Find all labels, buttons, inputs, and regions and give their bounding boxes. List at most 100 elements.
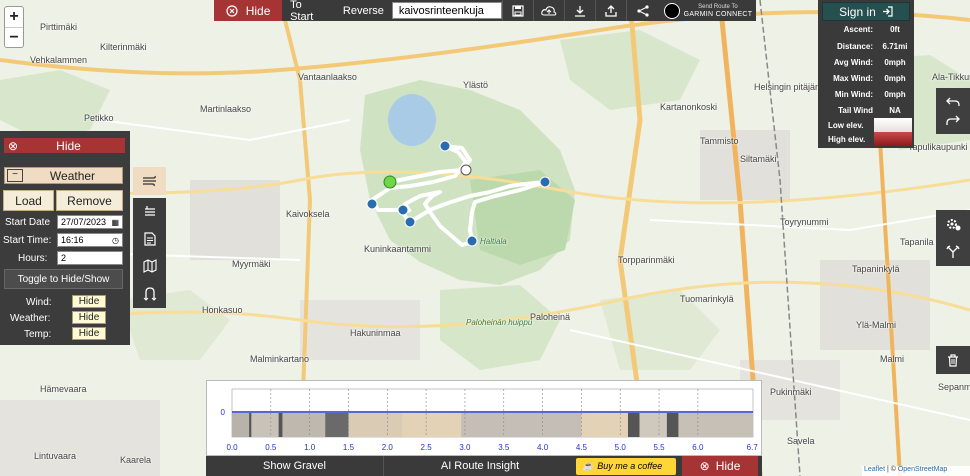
map-place-label: Malminkartano [250, 354, 310, 364]
map-place-label: Hakuninmaa [350, 328, 401, 338]
close-circle-icon [226, 4, 238, 17]
start-date-input[interactable]: 27/07/2023 ▦ [57, 215, 123, 229]
map-place-label: Torpparinmäki [618, 255, 675, 265]
bottom-hide-button[interactable]: ⊗ Hide [682, 456, 758, 476]
cloud-upload-icon [541, 5, 557, 16]
map-place-label: Pirttimäki [40, 22, 78, 32]
layers-tool-button[interactable] [133, 198, 166, 226]
weather-panel: ⊗ Hide − Weather Load Remove Start Date … [0, 131, 130, 345]
zoom-out-button[interactable]: − [5, 27, 23, 47]
map-place-label: Ylä-Malmi [856, 320, 897, 330]
temp-hide-button[interactable]: Hide [72, 327, 106, 340]
coffee-label: Buy me a coffee [597, 461, 663, 471]
surface-band [402, 413, 462, 437]
sign-in-label: Sign in [839, 4, 876, 19]
map-place-label: Tammisto [700, 136, 739, 146]
redo-icon [946, 115, 960, 125]
settings-route-button[interactable] [936, 210, 970, 238]
x-tick-label: 1.5 [343, 443, 355, 452]
leaflet-link[interactable]: Leaflet [864, 466, 885, 473]
route-km-marker [460, 164, 472, 176]
stat-ascent: Ascent: 0ft [818, 21, 914, 37]
map-place-label: Ala-Tikkurila [932, 72, 970, 82]
remove-weather-button[interactable]: Remove [56, 190, 123, 211]
map-place-label: Honkasuo [202, 305, 243, 315]
load-weather-button[interactable]: Load [3, 190, 54, 211]
close-circle-icon: ⊗ [7, 138, 19, 153]
x-tick-label: 3.5 [498, 443, 510, 452]
collapse-icon[interactable]: − [7, 169, 23, 182]
coffee-cup-icon: ☕ [582, 460, 594, 471]
start-date-label: Start Date [5, 217, 51, 228]
map-place-label: Tapulikaupunki [908, 142, 968, 152]
weather-panel-hide-label: Hide [56, 138, 81, 153]
route-icon [143, 287, 156, 301]
stat-distance: Distance: 6.71mi [818, 38, 914, 54]
start-time-input[interactable]: 16:16 ◷ [57, 233, 123, 247]
weather-hide-button[interactable]: Hide [72, 311, 106, 324]
wind-label: Wind: [26, 297, 52, 308]
map-place-label: Myyrmäki [232, 259, 271, 269]
document-icon [143, 232, 156, 246]
map-park-label: Paloheinän huippu [466, 318, 533, 327]
toggle-hide-show-button[interactable]: Toggle to Hide/Show [4, 269, 123, 289]
zoom-in-button[interactable]: + [5, 7, 23, 27]
surface-band [461, 413, 582, 437]
stat-value: 0mph [884, 89, 906, 99]
wind-hide-button[interactable]: Hide [72, 295, 106, 308]
hours-input[interactable]: 2 [57, 251, 123, 265]
document-tool-button[interactable] [133, 225, 166, 253]
close-circle-icon: ⊗ [699, 459, 710, 473]
cloud-upload-button[interactable] [533, 0, 564, 21]
map-place-label: Hämevaara [40, 384, 87, 394]
x-tick-label: 0.0 [226, 443, 238, 452]
toolbar-hide-button[interactable]: Hide [214, 0, 283, 21]
start-date-value: 27/07/2023 [61, 217, 107, 227]
weather-panel-hide-button[interactable]: ⊗ Hide [4, 138, 125, 153]
map-attribution: Leaflet | © OpenStreetMap [862, 466, 970, 476]
elevation-chart-svg: 0 0.0 0.5 1.0 1.5 2.0 2.5 3.0 3.5 4.0 4.5 5.0 5.5 6.0… [221, 388, 758, 452]
x-tick-label: 2.5 [421, 443, 433, 452]
route-stats-panel: Sign in Ascent: 0ft Distance: 6.71mi Avg… [818, 0, 914, 148]
save-button[interactable] [501, 0, 533, 21]
start-time-value: 16:16 [61, 235, 84, 245]
save-icon [512, 4, 524, 17]
route-tool-button[interactable] [133, 280, 166, 308]
fork-icon [946, 245, 960, 258]
x-tick-label: 1.0 [304, 443, 316, 452]
export-button[interactable] [595, 0, 626, 21]
delete-route-button[interactable] [936, 346, 970, 374]
stat-label: Max Wind: [833, 73, 873, 83]
to-start-button[interactable]: To Start [282, 0, 335, 23]
elevation-chart[interactable]: 0 0.0 0.5 1.0 1.5 2.0 2.5 3.0 3.5 4.0 4.5 5.0 5.5 6.0… [206, 380, 762, 456]
map-place-label: Martinlaakso [200, 104, 252, 114]
x-tick-label: 4.0 [537, 443, 549, 452]
stat-label: Tail Wind [838, 105, 873, 115]
hours-label: Hours: [18, 253, 48, 264]
wind-tool-button[interactable] [133, 167, 166, 195]
high-elev-legend: High elev. [818, 132, 914, 146]
gear-route-icon [947, 219, 961, 231]
redo-button[interactable] [936, 106, 970, 134]
map-place-label: Kuninkaantammi [364, 244, 432, 254]
share-upload-icon [605, 4, 618, 17]
osm-link[interactable]: OpenStreetMap [898, 466, 947, 473]
share-button[interactable] [626, 0, 657, 21]
x-tick-label: 4.5 [576, 443, 588, 452]
map-place-label: Tapaninkylä [852, 264, 900, 274]
low-elev-legend: Low elev. [818, 118, 914, 132]
ai-route-insight-button[interactable]: AI Route Insight [384, 456, 576, 476]
route-name-input[interactable] [391, 2, 502, 19]
share-icon [636, 4, 649, 17]
sign-in-button[interactable]: Sign in [822, 2, 910, 21]
split-route-button[interactable] [936, 238, 970, 266]
download-button[interactable] [564, 0, 595, 21]
weather-header[interactable]: − Weather [4, 167, 123, 184]
buy-me-a-coffee-button[interactable]: ☕ Buy me a coffee [576, 457, 676, 475]
map-tool-button[interactable] [133, 252, 166, 280]
garmin-send-button[interactable]: Send Route To GARMIN CONNECT [663, 0, 756, 21]
show-gravel-button[interactable]: Show Gravel [206, 456, 384, 476]
trash-icon [948, 353, 958, 367]
reverse-button[interactable]: Reverse [335, 0, 392, 21]
stat-label: Avg Wind: [833, 57, 873, 67]
